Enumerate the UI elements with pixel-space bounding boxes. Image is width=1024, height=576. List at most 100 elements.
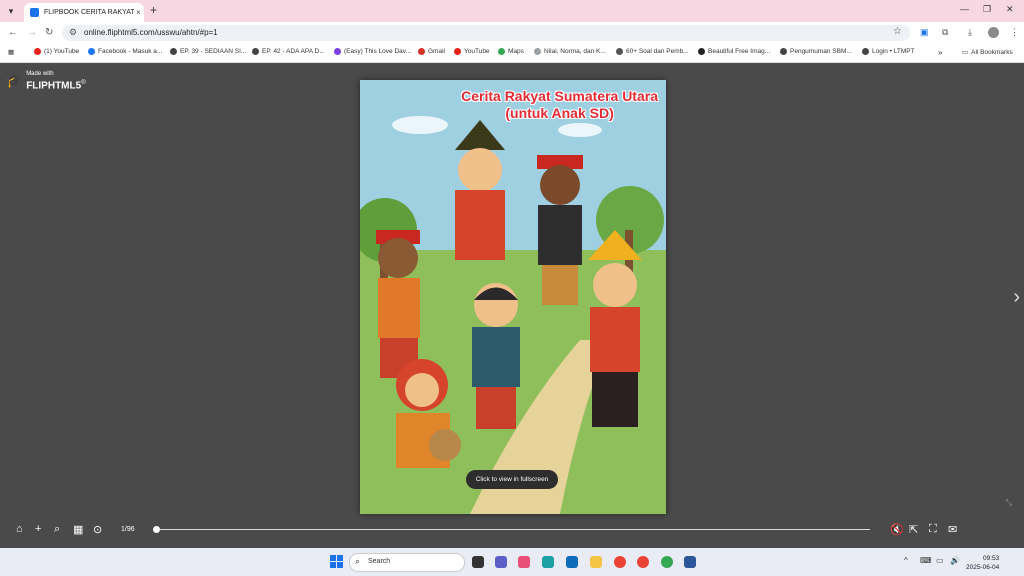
bookmark-item[interactable]: Pengumuman SBM... — [780, 48, 852, 55]
page-slider-knob[interactable] — [153, 526, 160, 533]
bookmark-item[interactable]: Facebook - Masuk a... — [88, 48, 162, 55]
music-icon — [334, 48, 341, 55]
logo-made-with: Made with — [26, 71, 54, 77]
child-figure — [455, 120, 505, 260]
bookmarks-overflow-chevron[interactable]: » — [938, 48, 942, 57]
maps-pin-icon — [498, 48, 505, 55]
folder-icon: ▭ — [962, 49, 969, 56]
page-slider-track[interactable] — [156, 529, 870, 530]
bookmark-item[interactable]: Maps — [498, 48, 524, 55]
autoplay-icon[interactable]: ⊙ — [93, 523, 102, 536]
graduation-cap-icon: 🎓 — [6, 73, 23, 89]
cover-illustration — [360, 80, 666, 514]
profile-avatar[interactable] — [988, 27, 999, 38]
taskbar-search-box[interactable]: ⌕ Search — [349, 553, 465, 572]
copilot-icon[interactable] — [518, 556, 530, 568]
next-page-arrow-icon[interactable]: › — [1013, 286, 1020, 309]
task-view-icon[interactable] — [472, 556, 484, 568]
system-clock[interactable]: 09:53 2025-06-04 — [966, 554, 999, 572]
forward-icon[interactable]: → — [27, 27, 37, 38]
bookmark-item[interactable]: Beautiful Free Imag... — [698, 48, 770, 55]
fullscreen-icon[interactable]: ⛶ — [929, 523, 937, 536]
page-corner-icon[interactable]: ⤡ — [1006, 498, 1012, 508]
youtube-icon — [454, 48, 461, 55]
translate-icon[interactable]: ▣ — [920, 27, 929, 38]
zoom-in-icon[interactable]: + — [35, 523, 41, 535]
network-icon[interactable]: ▭ — [936, 556, 944, 565]
bookmark-star-icon[interactable]: ☆ — [893, 26, 902, 37]
child-figure — [588, 230, 642, 427]
close-window-icon[interactable]: ✕ — [1006, 4, 1014, 15]
minimize-icon[interactable]: — — [960, 4, 969, 14]
bookmark-item[interactable]: EP. 39 - SEDIAAN SI... — [170, 48, 246, 55]
bookmark-item[interactable]: Gmail — [418, 48, 445, 55]
globe-icon — [252, 48, 259, 55]
globe-icon — [862, 48, 869, 55]
user-icon — [616, 48, 623, 55]
apps-grid-icon[interactable]: ▦ — [8, 48, 14, 56]
restore-icon[interactable]: ❐ — [983, 4, 991, 15]
all-bookmarks-button[interactable]: ▭ All Bookmarks — [962, 48, 1013, 57]
share-icon[interactable]: ⇱ — [909, 523, 918, 536]
taskbar-search-label: Search — [368, 558, 391, 565]
store-icon[interactable] — [566, 556, 578, 568]
bookmarks-bar: ▦ (1) YouTube Facebook - Masuk a... EP. … — [0, 44, 1024, 63]
child-figure — [537, 155, 583, 305]
search-icon: ⌕ — [355, 556, 361, 566]
bookmark-item[interactable]: YouTube — [454, 48, 490, 55]
menu-kebab-icon[interactable]: ⋮ — [1010, 27, 1019, 38]
search-icon[interactable]: ⌕ — [54, 523, 60, 536]
keyboard-icon[interactable]: ⌨ — [920, 556, 932, 565]
site-info-icon[interactable]: ⚙ — [69, 27, 77, 38]
book-cover-page[interactable]: Cerita Rakyat Sumatera Utara (untuk Anak… — [360, 80, 666, 514]
tab-close-icon[interactable]: × — [136, 8, 141, 17]
word-icon[interactable] — [684, 556, 696, 568]
windows-taskbar: ⌕ Search ^ ⌨ ▭ 🔊 09:53 2025-06-04 — [0, 548, 1024, 576]
youtube-icon — [34, 48, 41, 55]
bookmark-item[interactable]: 60+ Soal dan Pemb... — [616, 48, 689, 55]
address-toolbar: ← → ↻ ⚙ online.fliphtml5.com/usswu/ahtn/… — [0, 22, 1024, 44]
edge-icon[interactable] — [542, 556, 554, 568]
tab-search-chevron-icon[interactable]: ▾ — [4, 4, 18, 18]
windows-start-icon[interactable] — [330, 555, 343, 568]
file-explorer-icon[interactable] — [590, 556, 602, 568]
sound-mute-icon[interactable]: 🔇 — [890, 523, 904, 536]
chrome-active-icon[interactable] — [661, 556, 673, 568]
fullscreen-hint-button[interactable]: Click to view in fullscreen — [466, 470, 558, 489]
tab-title: FLIPBOOK CERITA RAKYAT SUM — [44, 9, 134, 16]
child-figure — [376, 230, 420, 378]
bookmark-item[interactable]: EP. 42 - ADA APA D... — [252, 48, 325, 55]
bookmark-item[interactable]: Login • LTMPT — [862, 48, 915, 55]
volume-icon[interactable]: 🔊 — [950, 556, 960, 565]
gmail-icon — [418, 48, 425, 55]
fliphtml5-logo[interactable]: 🎓 Made with FLIPHTML5® — [6, 71, 86, 91]
teams-icon[interactable] — [495, 556, 507, 568]
globe-icon — [780, 48, 787, 55]
download-icon[interactable]: ⤓ — [968, 27, 972, 38]
chrome-profile-icon[interactable] — [637, 556, 649, 568]
home-icon[interactable]: ⌂ — [16, 523, 23, 535]
reload-icon[interactable]: ↻ — [45, 27, 53, 38]
unsplash-icon — [698, 48, 705, 55]
page-icon — [534, 48, 541, 55]
browser-tab-active[interactable]: FLIPBOOK CERITA RAKYAT SUM × — [24, 3, 144, 22]
back-icon[interactable]: ← — [8, 27, 18, 38]
new-tab-button[interactable]: + — [150, 3, 157, 17]
omnibox[interactable]: ⚙ online.fliphtml5.com/usswu/ahtn/#p=1 ☆ — [62, 25, 910, 41]
thumbnails-icon[interactable]: ▦ — [73, 523, 83, 536]
extensions-icon[interactable]: ⧉ — [942, 27, 948, 38]
clock-time: 09:53 — [982, 555, 1000, 562]
fliphtml5-favicon-icon — [30, 8, 39, 17]
clock-date: 2025-06-04 — [966, 564, 1000, 571]
flipbook-viewer: 🎓 Made with FLIPHTML5® Cerita Rakyat Sum… — [0, 63, 1024, 547]
logo-brand: FLIPHTML5® — [26, 80, 86, 92]
email-icon[interactable]: ✉ — [948, 523, 957, 536]
chrome-icon[interactable] — [614, 556, 626, 568]
bookmark-item[interactable]: (Easy) This Love Dav... — [334, 48, 411, 55]
bookmark-item[interactable]: Nilai, Norma, dan K... — [534, 48, 606, 55]
page-number[interactable]: 1/96 — [121, 526, 135, 533]
url-text[interactable]: online.fliphtml5.com/usswu/ahtn/#p=1 — [84, 28, 218, 37]
child-figure — [472, 283, 520, 429]
tray-overflow-icon[interactable]: ^ — [904, 556, 908, 565]
bookmark-item[interactable]: (1) YouTube — [34, 48, 79, 55]
